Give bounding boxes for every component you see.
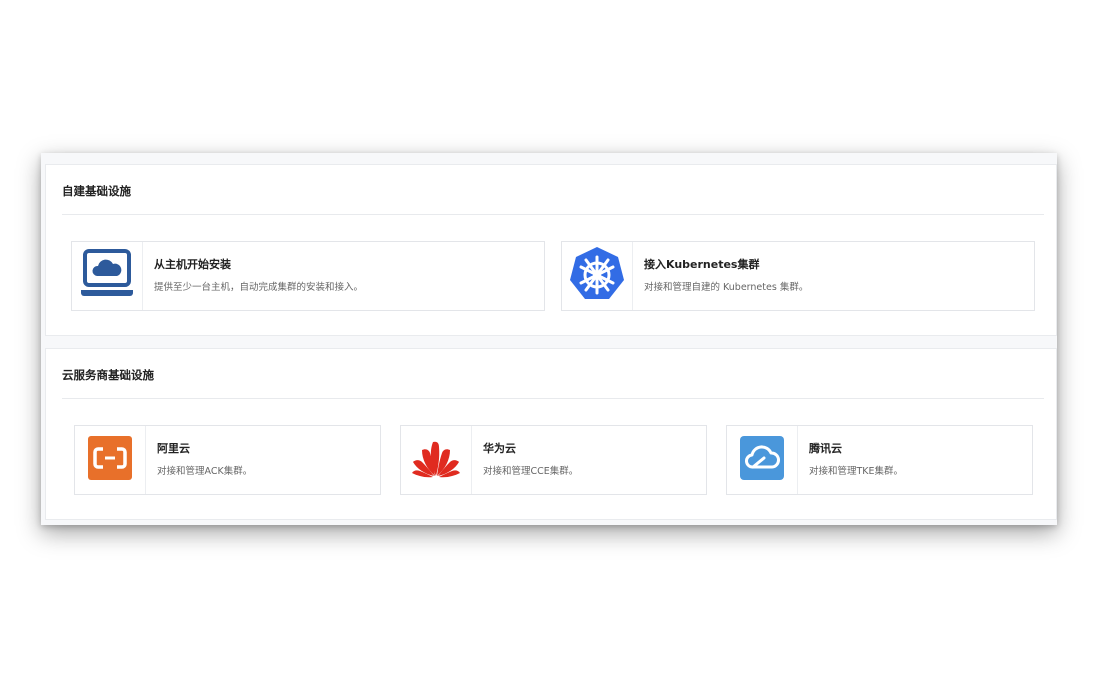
card-title: 腾讯云 (809, 442, 842, 455)
connect-kubernetes-card[interactable]: 接入Kubernetes集群 对接和管理自建的 Kubernetes 集群。 (561, 241, 1035, 311)
card-description: 对接和管理自建的 Kubernetes 集群。 (644, 282, 809, 293)
section-title: 自建基础设施 (62, 184, 131, 198)
tencent-cloud-icon (740, 436, 784, 484)
huawei-cloud-card[interactable]: 华为云 对接和管理CCE集群。 (400, 425, 707, 495)
card-description: 对接和管理CCE集群。 (483, 466, 579, 477)
icon-cell (562, 242, 633, 310)
card-title: 从主机开始安装 (154, 258, 231, 271)
laptop-cloud-icon (80, 248, 134, 304)
card-title: 接入Kubernetes集群 (644, 258, 760, 271)
icon-cell (401, 426, 472, 494)
icon-cell (727, 426, 798, 494)
aliyun-icon (88, 436, 132, 484)
card-title: 华为云 (483, 442, 516, 455)
content-panel: 自建基础设施 从主机开始安装 提供至少一台主机，自动完成集群的安装和接入。 接入… (41, 153, 1057, 525)
tencent-cloud-card[interactable]: 腾讯云 对接和管理TKE集群。 (726, 425, 1033, 495)
icon-cell (72, 242, 143, 310)
card-description: 对接和管理TKE集群。 (809, 466, 904, 477)
divider (62, 214, 1044, 215)
divider (62, 398, 1044, 399)
install-from-host-card[interactable]: 从主机开始安装 提供至少一台主机，自动完成集群的安装和接入。 (71, 241, 545, 311)
aliyun-card[interactable]: 阿里云 对接和管理ACK集群。 (74, 425, 381, 495)
huawei-cloud-icon (411, 438, 461, 482)
card-title: 阿里云 (157, 442, 190, 455)
cloud-provider-infrastructure-section: 云服务商基础设施 阿里云 对接和管理ACK集群。 华为云 对接和管理CCE集群。… (45, 348, 1057, 520)
self-built-infrastructure-section: 自建基础设施 从主机开始安装 提供至少一台主机，自动完成集群的安装和接入。 接入… (45, 164, 1057, 336)
section-title: 云服务商基础设施 (62, 368, 154, 382)
card-description: 提供至少一台主机，自动完成集群的安装和接入。 (154, 282, 364, 293)
card-description: 对接和管理ACK集群。 (157, 466, 253, 477)
icon-cell (75, 426, 146, 494)
kubernetes-icon (568, 245, 626, 307)
